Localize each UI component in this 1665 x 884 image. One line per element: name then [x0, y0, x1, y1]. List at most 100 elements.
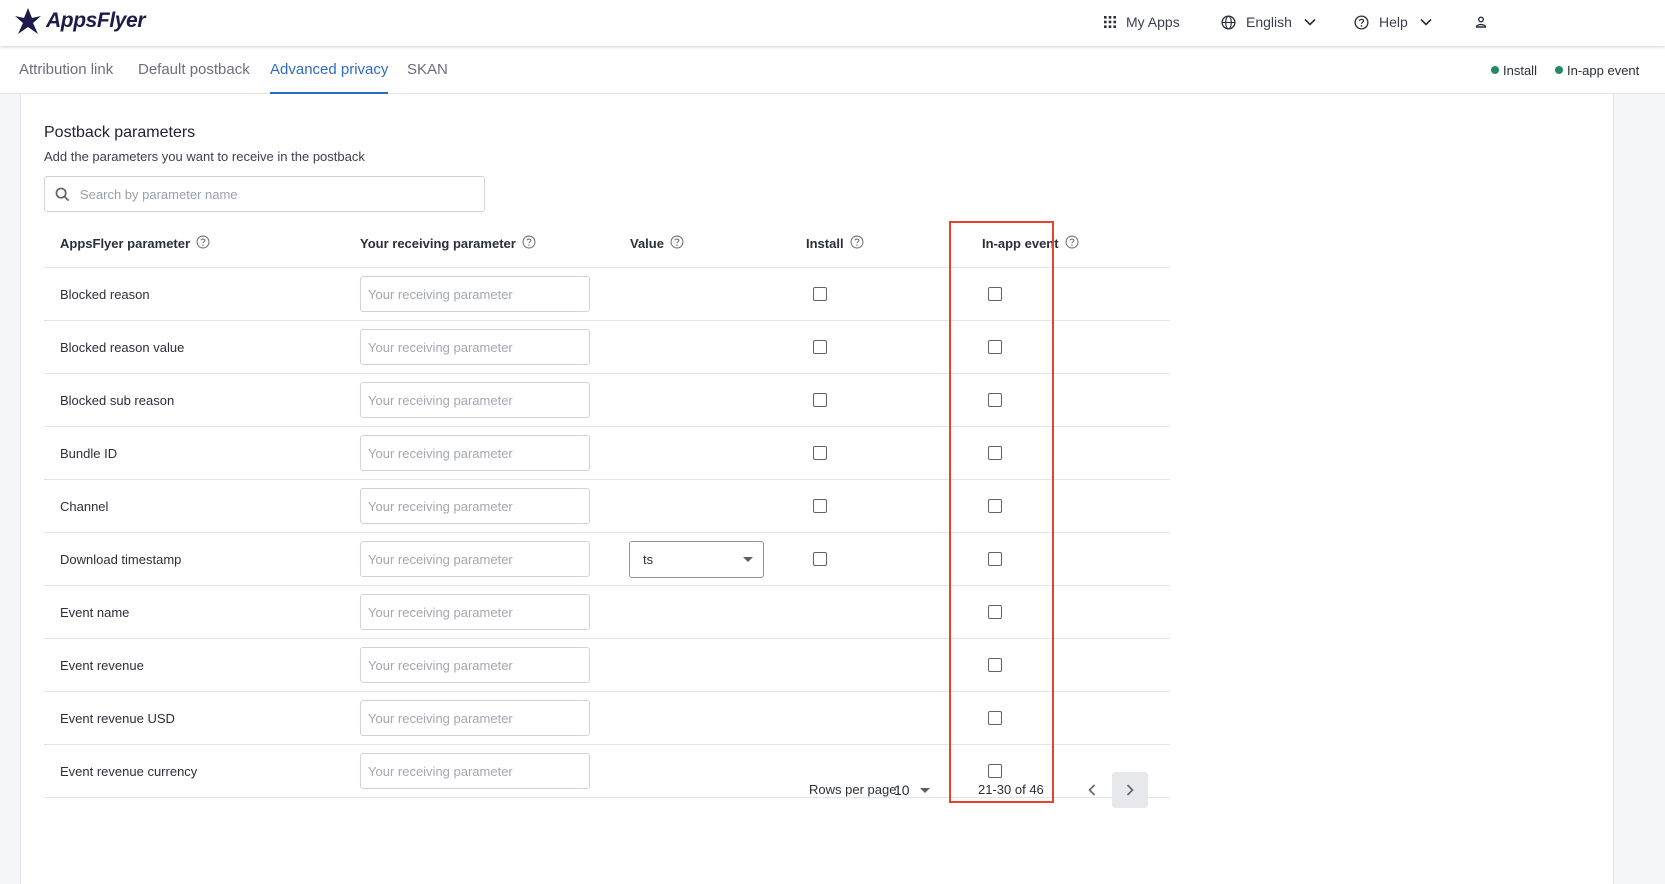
table-body: Blocked reason Blocked reason value Bloc… — [44, 268, 1170, 798]
receiving-parameter-input[interactable] — [360, 541, 590, 577]
rows-per-page-select[interactable]: 10 — [894, 770, 930, 810]
chevron-down-icon — [1420, 18, 1432, 26]
next-page-button[interactable] — [1112, 772, 1148, 808]
in-app-event-checkbox[interactable] — [988, 446, 1002, 460]
install-checkbox[interactable] — [813, 499, 827, 513]
in-app-event-checkbox[interactable] — [988, 711, 1002, 725]
receiving-parameter-input[interactable] — [360, 647, 590, 683]
brand-name: AppsFlyer — [46, 9, 146, 32]
col-value: Value — [630, 219, 684, 268]
help-icon[interactable] — [196, 235, 210, 249]
tab-skan[interactable]: SKAN — [407, 46, 448, 94]
help-circle-icon — [1354, 14, 1369, 30]
help-icon[interactable] — [1065, 235, 1079, 249]
user-icon — [1475, 16, 1487, 28]
help-icon[interactable] — [850, 235, 864, 249]
install-checkbox[interactable] — [813, 446, 827, 460]
parameter-name: Download timestamp — [60, 552, 182, 567]
tab-advanced-privacy[interactable]: Advanced privacy — [270, 46, 389, 94]
help-label: Help — [1379, 14, 1408, 30]
table-row: Blocked reason value — [44, 321, 1170, 374]
in-app-event-checkbox[interactable] — [988, 658, 1002, 672]
table-row: Event revenue USD — [44, 692, 1170, 745]
user-menu[interactable] — [1475, 0, 1487, 44]
table-row: Channel — [44, 480, 1170, 533]
in-app-event-checkbox[interactable] — [988, 552, 1002, 566]
help-menu[interactable]: Help — [1354, 0, 1432, 44]
legend-in-app-event-label: In-app event — [1567, 62, 1640, 78]
legend-install: Install — [1491, 46, 1537, 94]
in-app-event-checkbox[interactable] — [988, 605, 1002, 619]
search-icon — [55, 187, 70, 201]
parameter-name: Channel — [60, 499, 109, 514]
caret-down-icon — [919, 787, 930, 793]
install-checkbox[interactable] — [813, 552, 827, 566]
install-checkbox[interactable] — [813, 340, 827, 354]
in-app-event-checkbox[interactable] — [988, 499, 1002, 513]
install-checkbox[interactable] — [813, 287, 827, 301]
pagination: Rows per page: 10 21-30 of 46 — [44, 770, 1170, 810]
globe-icon — [1221, 14, 1236, 30]
col-install: Install — [806, 219, 864, 268]
col-in-app-event-label: In-app event — [982, 236, 1059, 251]
parameter-name: Event revenue — [60, 658, 144, 673]
chevron-down-icon — [1304, 18, 1316, 26]
appsflyer-logo-icon — [15, 8, 41, 34]
table-row: Blocked reason — [44, 268, 1170, 321]
postback-parameters-card: Postback parameters Add the parameters y… — [20, 94, 1614, 884]
receiving-parameter-input[interactable] — [360, 329, 590, 365]
in-app-event-checkbox[interactable] — [988, 287, 1002, 301]
col-install-label: Install — [806, 236, 844, 251]
pagination-range: 21-30 of 46 — [978, 782, 1044, 797]
receiving-parameter-input[interactable] — [360, 700, 590, 736]
legend-dot — [1555, 66, 1563, 74]
parameter-name: Event name — [60, 605, 130, 620]
table-row: Bundle ID — [44, 427, 1170, 480]
legend-install-label: Install — [1503, 62, 1537, 78]
receiving-parameter-input[interactable] — [360, 488, 590, 524]
legend-in-app-event: In-app event — [1555, 46, 1639, 94]
language-selector[interactable]: English — [1221, 0, 1316, 44]
my-apps-button[interactable]: My Apps — [1104, 0, 1180, 44]
value-select[interactable]: ts — [629, 541, 764, 578]
table-header: AppsFlyer parameter Your receiving param… — [44, 219, 1170, 268]
table-row: Event revenue — [44, 639, 1170, 692]
parameter-name: Event revenue USD — [60, 711, 175, 726]
parameter-name: Bundle ID — [60, 446, 118, 461]
chevron-left-icon — [1088, 784, 1096, 796]
receiving-parameter-input[interactable] — [360, 382, 590, 418]
top-bar: AppsFlyer My Apps English Help — [0, 0, 1665, 46]
rows-per-page-value: 10 — [894, 782, 910, 798]
col-appsflyer-parameter-label: AppsFlyer parameter — [60, 236, 191, 251]
table-row: Download timestamp ts — [44, 533, 1170, 586]
tab-attribution-link[interactable]: Attribution link — [19, 46, 113, 94]
receiving-parameter-input[interactable] — [360, 594, 590, 630]
in-app-event-checkbox[interactable] — [988, 340, 1002, 354]
receiving-parameter-input[interactable] — [360, 435, 590, 471]
caret-down-icon — [743, 557, 753, 562]
grid-icon — [1104, 16, 1116, 28]
table-row: Event name — [44, 586, 1170, 639]
col-receiving-parameter-label: Your receiving parameter — [360, 236, 516, 251]
chevron-right-icon — [1126, 784, 1134, 796]
col-value-label: Value — [630, 236, 664, 251]
search-box — [44, 176, 485, 212]
install-checkbox[interactable] — [813, 393, 827, 407]
tab-default-postback[interactable]: Default postback — [138, 46, 250, 94]
language-label: English — [1246, 14, 1292, 30]
parameters-table: AppsFlyer parameter Your receiving param… — [44, 219, 1170, 798]
legend-dot — [1491, 66, 1499, 74]
previous-page-button[interactable] — [1074, 772, 1110, 808]
section-title: Postback parameters — [44, 124, 196, 141]
my-apps-label: My Apps — [1126, 14, 1180, 30]
receiving-parameter-input[interactable] — [360, 276, 590, 312]
search-input[interactable] — [80, 186, 460, 202]
col-appsflyer-parameter: AppsFlyer parameter — [60, 219, 210, 268]
parameter-name: Blocked reason — [60, 287, 150, 302]
section-subtitle: Add the parameters you want to receive i… — [44, 149, 365, 164]
value-select-label: ts — [643, 552, 654, 567]
help-icon[interactable] — [522, 235, 536, 249]
in-app-event-checkbox[interactable] — [988, 393, 1002, 407]
appsflyer-logo[interactable]: AppsFlyer — [14, 6, 145, 36]
help-icon[interactable] — [670, 235, 684, 249]
